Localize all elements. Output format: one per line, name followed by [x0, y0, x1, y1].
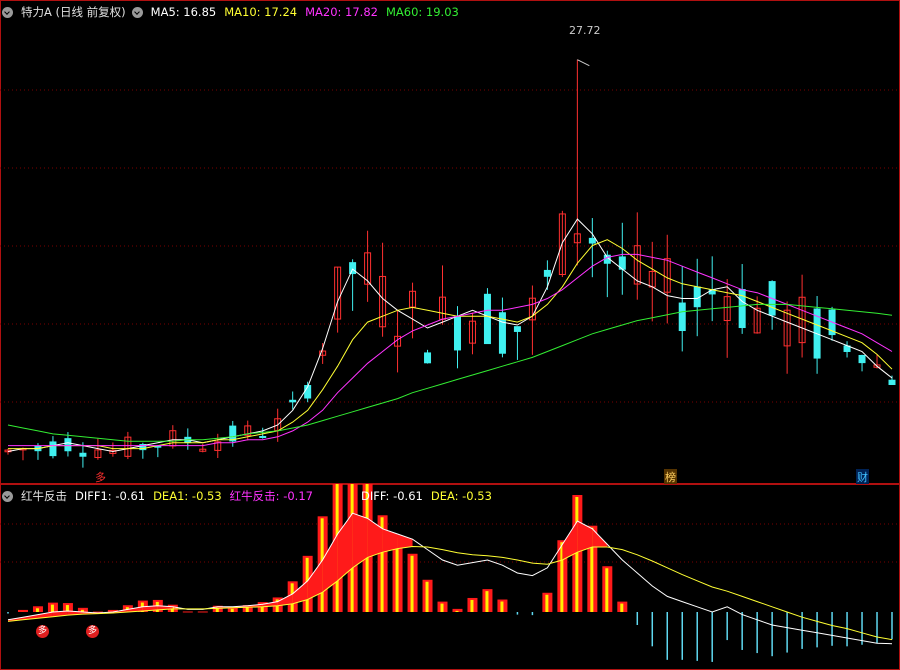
- candle-down: [888, 379, 896, 385]
- panel-border: [0, 484, 900, 670]
- histogram-bar-stripe: [230, 608, 234, 612]
- dea-label: DEA: -0.53: [430, 489, 492, 503]
- histogram-bar-stripe: [245, 607, 249, 612]
- indicator-legend: 红牛反击 DIFF1: -0.61 DEA1: -0.53 红牛反击: -0.1…: [2, 488, 492, 504]
- histogram-bar-up: [17, 609, 28, 612]
- histogram-bar-stripe: [545, 594, 549, 612]
- candle-down: [289, 399, 297, 403]
- candle-down: [259, 435, 267, 438]
- histogram-bar-up: [197, 611, 208, 613]
- panel-border: [0, 0, 900, 484]
- diff1-label: DIFF1: -0.61: [75, 489, 146, 503]
- candle-down: [483, 293, 491, 345]
- event-tag-cai[interactable]: 财: [856, 469, 869, 485]
- candle-down: [588, 237, 596, 244]
- histogram-bar-stripe: [605, 568, 609, 612]
- price-legend: 特力A (日线 前复权) MA5: 16.85 MA10: 17.24 MA20…: [2, 4, 459, 20]
- candle-down: [424, 352, 432, 364]
- chevron-down-icon[interactable]: [2, 6, 13, 18]
- candle-down: [229, 425, 237, 442]
- ma5-label: MA5: 16.85: [150, 5, 217, 19]
- candle-down: [453, 316, 461, 351]
- histogram-bar-stripe: [35, 608, 39, 612]
- indicator-chart[interactable]: [0, 484, 900, 670]
- histogram-bar-stripe: [440, 603, 444, 612]
- chevron-down-icon[interactable]: [2, 490, 13, 502]
- ma60-label: MA60: 19.03: [385, 5, 459, 19]
- candle-down: [543, 269, 551, 277]
- histogram-bar-stripe: [575, 497, 579, 612]
- candle-down: [79, 452, 87, 457]
- event-tag-duo[interactable]: 多: [95, 469, 106, 485]
- histogram-bar-stripe: [455, 610, 459, 612]
- histogram-bar-stripe: [470, 599, 474, 612]
- hnfj-label: 红牛反击: -0.17: [229, 489, 313, 503]
- signal-marker-1: 多: [36, 625, 49, 638]
- ma10-label: MA10: 17.24: [224, 5, 298, 19]
- histogram-bar-up: [182, 611, 193, 613]
- ma-line-ma10: [8, 239, 893, 450]
- candles-group: [4, 59, 896, 468]
- diff-line: [7, 512, 893, 645]
- candle-down: [349, 262, 357, 275]
- ma-line-ma5: [7, 218, 893, 453]
- ma20-label: MA20: 17.82: [305, 5, 378, 19]
- histogram-bar-stripe: [485, 591, 489, 612]
- chevron-down-icon[interactable]: [131, 6, 143, 18]
- indicator-panel[interactable]: 红牛反击 DIFF1: -0.61 DEA1: -0.53 红牛反击: -0.1…: [0, 484, 900, 670]
- candle-down: [513, 326, 521, 332]
- histogram-bar-stripe: [425, 581, 429, 612]
- histogram-bar-stripe: [500, 601, 504, 612]
- candle-down: [64, 438, 72, 452]
- histogram-bar-stripe: [620, 603, 624, 612]
- candle-down: [49, 441, 57, 457]
- peak-marker: [577, 59, 590, 67]
- indicator-name: 红牛反击: [21, 489, 67, 503]
- histogram-group: [7, 484, 893, 662]
- ma-line-ma20: [8, 253, 893, 447]
- candlestick-chart[interactable]: [0, 0, 900, 484]
- dea-line: [7, 545, 893, 641]
- price-chart-panel[interactable]: 特力A (日线 前复权) MA5: 16.85 MA10: 17.24 MA20…: [0, 0, 900, 485]
- candle-down: [678, 302, 686, 332]
- diff-label: DIFF: -0.61: [360, 489, 423, 503]
- histogram-bar-stripe: [410, 555, 414, 612]
- candle-down: [858, 354, 866, 364]
- peak-price-label: 27.72: [569, 24, 601, 37]
- stock-title: 特力A (日线 前复权): [21, 5, 126, 19]
- ma-line-ma60: [7, 303, 893, 442]
- signal-marker-2: 多: [86, 625, 99, 638]
- dea1-label: DEA1: -0.53: [153, 489, 222, 503]
- histogram-bar-stripe: [50, 604, 54, 612]
- event-tag-bang[interactable]: 榜: [664, 469, 677, 485]
